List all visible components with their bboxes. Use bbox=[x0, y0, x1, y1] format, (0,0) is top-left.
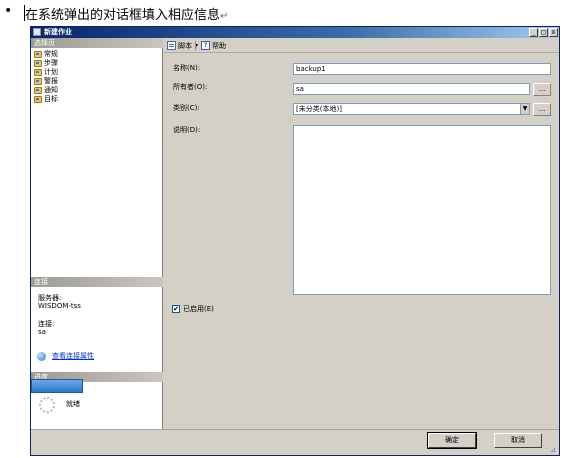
new-job-dialog: 新建作业 _ □ x 选择页 常规 步骤 计划 警报 通知 目标 连接 服务器:… bbox=[30, 26, 560, 456]
nav-item-notifications[interactable]: 通知 bbox=[34, 86, 58, 94]
caption-sentence: 在系统弹出的对话框填入相应信息 bbox=[25, 8, 221, 23]
connection-header: 连接 bbox=[31, 277, 163, 287]
server-value: WISDOM-tss bbox=[38, 302, 81, 310]
page-icon bbox=[34, 50, 42, 58]
window-title: 新建作业 bbox=[44, 28, 72, 36]
name-label: 名称(N): bbox=[173, 64, 201, 72]
description-label: 说明(D): bbox=[173, 126, 201, 134]
nav-item-targets[interactable]: 目标 bbox=[34, 95, 58, 103]
owner-browse-button[interactable]: ... bbox=[533, 83, 551, 96]
bullet-marker: • bbox=[4, 3, 13, 19]
toolbar: 脚本 ▾ ? 帮助 bbox=[164, 38, 559, 53]
page-icon bbox=[34, 68, 42, 76]
category-value: [未分类(本地)] bbox=[296, 105, 342, 113]
chevron-down-icon[interactable]: ▼ bbox=[520, 104, 529, 114]
nav-item-label: 常规 bbox=[44, 50, 58, 58]
progress-status: 就绪 bbox=[66, 400, 80, 408]
progress-spinner-icon bbox=[39, 397, 55, 413]
category-select[interactable]: [未分类(本地)] ▼ bbox=[293, 103, 530, 115]
instruction-caption: • 在系统弹出的对话框填入相应信息↵ bbox=[0, 0, 567, 28]
title-bar[interactable]: 新建作业 _ □ x bbox=[31, 27, 559, 38]
return-mark: ↵ bbox=[220, 11, 229, 22]
description-textarea[interactable] bbox=[293, 125, 551, 295]
dialog-footer: ⊿ bbox=[31, 429, 559, 455]
progress-highlight bbox=[31, 379, 83, 393]
script-button[interactable]: 脚本 ▾ bbox=[167, 40, 198, 51]
page-icon bbox=[34, 95, 42, 103]
maximize-button[interactable]: □ bbox=[539, 28, 548, 37]
help-button[interactable]: ? 帮助 bbox=[201, 40, 226, 51]
view-connection-properties[interactable]: 查看连接属性 bbox=[37, 351, 94, 361]
resize-grip-icon[interactable]: ⊿ bbox=[550, 446, 558, 454]
nav-item-label: 目标 bbox=[44, 95, 58, 103]
view-connection-link[interactable]: 查看连接属性 bbox=[52, 351, 94, 361]
script-icon bbox=[167, 41, 176, 50]
close-button[interactable]: x bbox=[549, 28, 558, 37]
nav-item-schedules[interactable]: 计划 bbox=[34, 68, 58, 76]
connection-value: sa bbox=[38, 328, 46, 336]
script-label: 脚本 bbox=[178, 41, 192, 50]
owner-label: 所有者(O): bbox=[173, 83, 208, 91]
ok-button[interactable]: 确定 bbox=[427, 432, 477, 449]
nav-item-label: 警报 bbox=[44, 77, 58, 85]
enabled-label: 已启用(E) bbox=[183, 305, 214, 313]
name-input[interactable]: backup1 bbox=[293, 63, 551, 75]
nav-item-steps[interactable]: 步骤 bbox=[34, 59, 58, 67]
nav-item-label: 通知 bbox=[44, 86, 58, 94]
nav-item-alerts[interactable]: 警报 bbox=[34, 77, 58, 85]
owner-input[interactable]: sa bbox=[293, 83, 530, 95]
category-label: 类别(C): bbox=[173, 104, 200, 112]
page-icon bbox=[34, 59, 42, 67]
left-pane: 选择页 常规 步骤 计划 警报 通知 目标 连接 服务器: WISDOM-tss… bbox=[31, 38, 163, 429]
help-icon: ? bbox=[201, 41, 210, 50]
server-label: 服务器: bbox=[38, 294, 62, 302]
cancel-button[interactable]: 取消 bbox=[494, 433, 542, 448]
enabled-checkbox[interactable]: ✔ bbox=[172, 305, 180, 313]
category-browse-button[interactable]: ... bbox=[533, 103, 551, 116]
caption-text: 在系统弹出的对话框填入相应信息↵ bbox=[25, 4, 228, 23]
page-icon bbox=[34, 86, 42, 94]
toolbar-separator bbox=[195, 41, 196, 50]
nav-item-general[interactable]: 常规 bbox=[34, 50, 58, 58]
connection-properties-icon bbox=[37, 351, 46, 361]
screenshot-root: • 在系统弹出的对话框填入相应信息↵ 新建作业 _ □ x 选择页 常规 步骤 … bbox=[0, 0, 567, 458]
window-app-icon bbox=[33, 28, 41, 36]
select-page-header: 选择页 bbox=[31, 38, 163, 48]
minimize-button[interactable]: _ bbox=[529, 28, 538, 37]
help-label: 帮助 bbox=[212, 41, 226, 50]
connection-label: 连接: bbox=[38, 320, 55, 328]
nav-item-label: 计划 bbox=[44, 68, 58, 76]
page-icon bbox=[34, 77, 42, 85]
nav-item-label: 步骤 bbox=[44, 59, 58, 67]
enabled-checkbox-row[interactable]: ✔ 已启用(E) bbox=[172, 304, 214, 314]
